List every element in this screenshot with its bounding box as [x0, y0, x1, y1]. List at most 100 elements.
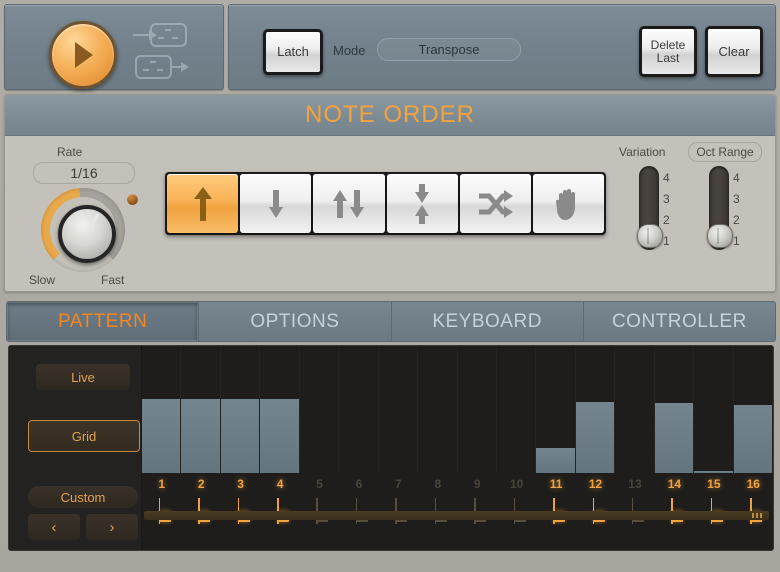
custom-button[interactable]: Custom — [28, 486, 138, 508]
pattern-step-number[interactable]: 5 — [300, 473, 339, 495]
pattern-bar-cell[interactable] — [458, 346, 497, 473]
order-random-button[interactable] — [459, 174, 531, 233]
tab-pattern[interactable]: PATTERN — [7, 302, 200, 341]
tab-options[interactable]: OPTIONS — [199, 302, 392, 341]
order-up-button[interactable] — [167, 174, 239, 233]
oct-range-slider[interactable] — [707, 166, 733, 250]
rate-knob-cap[interactable] — [58, 205, 116, 263]
order-up-down-button[interactable] — [313, 174, 385, 233]
tab-controller[interactable]: CONTROLLER — [583, 302, 775, 341]
pattern-step-number[interactable]: 13 — [615, 473, 654, 495]
pattern-bar — [181, 399, 220, 473]
pattern-bar-cell[interactable] — [418, 346, 457, 473]
rate-knob-pointer — [89, 212, 100, 228]
pattern-bar-cell[interactable] — [339, 346, 378, 473]
prev-pattern-button[interactable]: ‹ — [28, 514, 80, 540]
pattern-step-number[interactable]: 8 — [418, 473, 457, 495]
pattern-step-number[interactable]: 11 — [536, 473, 575, 495]
pattern-bar-cell[interactable] — [220, 346, 260, 473]
pattern-bar — [536, 448, 575, 473]
shuffle-icon — [477, 189, 514, 218]
pattern-editor: Live Grid Custom ‹ › 1 2 3 4 5 6 7 8 9 10 11 12 13 14… — [8, 345, 774, 551]
delete-last-button[interactable]: Delete Last — [639, 26, 697, 77]
play-button[interactable] — [49, 21, 117, 89]
arpeggiator-window: Latch Mode Transpose Delete Last Clear N… — [0, 0, 780, 572]
oct-range-label[interactable]: Oct Range — [688, 142, 762, 162]
pattern-bar-cell[interactable] — [379, 346, 418, 473]
pattern-scrollbar[interactable] — [144, 511, 769, 520]
pattern-step-number[interactable]: 14 — [655, 473, 694, 495]
rate-led-icon — [127, 194, 138, 205]
transport-panel — [4, 4, 224, 90]
pattern-bars — [142, 346, 773, 473]
next-pattern-button[interactable]: › — [86, 514, 138, 540]
pattern-bar — [220, 399, 260, 473]
tab-bar: PATTERN OPTIONS KEYBOARD CONTROLLER — [6, 301, 776, 342]
pattern-bar-cell[interactable] — [260, 346, 299, 473]
pattern-step-number[interactable]: 1 — [142, 473, 181, 495]
latch-button[interactable]: Latch — [263, 29, 323, 75]
pattern-bar — [733, 405, 772, 473]
oct-range-tick-2: 2 — [733, 213, 740, 227]
pattern-step-number[interactable]: 2 — [181, 473, 220, 495]
variation-tick-2: 2 — [663, 213, 670, 227]
delete-last-line1: Delete — [650, 37, 686, 52]
pattern-bar-cell[interactable] — [615, 346, 654, 473]
pattern-step-number[interactable]: 7 — [379, 473, 418, 495]
pattern-step-number[interactable]: 15 — [694, 473, 733, 495]
order-converge-button[interactable] — [386, 174, 458, 233]
pattern-bar-cell[interactable] — [536, 346, 575, 473]
pattern-step-numbers: 1 2 3 4 5 6 7 8 9 10 11 12 13 14 15 16 — [142, 473, 773, 495]
clear-button[interactable]: Clear — [705, 26, 763, 77]
oct-range-tick-1: 1 — [733, 234, 740, 248]
delete-last-line2: Last — [656, 50, 680, 65]
rate-value-field[interactable]: 1/16 — [33, 162, 135, 184]
pattern-step-number[interactable]: 12 — [576, 473, 615, 495]
scrollbar-grip-icon[interactable] — [752, 513, 763, 518]
knob-max-label: Fast — [101, 273, 125, 287]
order-down-button[interactable] — [240, 174, 312, 233]
pattern-step-number[interactable]: 4 — [260, 473, 299, 495]
order-as-played-button[interactable] — [532, 174, 605, 233]
mode-panel: Latch Mode Transpose Delete Last Clear — [228, 4, 776, 90]
note-order-body: Rate 1/16 Slow Fast Variation 4 3 2 1 Oc… — [5, 136, 775, 291]
variation-label: Variation — [619, 145, 666, 159]
note-order-title: NOTE ORDER — [5, 95, 775, 136]
oct-range-slider-handle[interactable] — [707, 224, 733, 248]
arrow-up-down-icon — [332, 189, 366, 218]
knob-min-label: Slow — [29, 273, 56, 287]
note-order-button-bank — [165, 172, 606, 235]
arrow-converge-icon — [413, 183, 431, 224]
rate-label: Rate — [57, 145, 83, 159]
pattern-bar-cell[interactable] — [142, 346, 181, 473]
mode-value-field[interactable]: Transpose — [377, 38, 521, 61]
rate-knob[interactable] — [41, 188, 138, 272]
pattern-step-number[interactable]: 16 — [734, 473, 773, 495]
pattern-bar-cell[interactable] — [497, 346, 536, 473]
live-button[interactable]: Live — [36, 364, 130, 390]
variation-slider[interactable] — [637, 166, 663, 250]
pattern-mode-panel: Live Grid Custom ‹ › — [9, 346, 141, 550]
grid-button[interactable]: Grid — [28, 420, 140, 452]
pattern-bar-cell[interactable] — [733, 346, 773, 473]
note-order-section: NOTE ORDER Rate 1/16 Slow Fast Variation… — [4, 94, 776, 292]
pattern-bar-cell[interactable] — [654, 346, 694, 473]
tab-keyboard[interactable]: KEYBOARD — [391, 302, 584, 341]
pattern-step-number[interactable]: 3 — [221, 473, 260, 495]
top-transport-bar: Latch Mode Transpose Delete Last Clear — [4, 4, 776, 90]
pattern-bar — [260, 399, 299, 473]
pattern-step-number[interactable]: 10 — [497, 473, 536, 495]
variation-tick-4: 4 — [663, 171, 670, 185]
pattern-bar-cell[interactable] — [694, 346, 733, 473]
variation-tick-1: 1 — [663, 234, 670, 248]
pattern-bar-cell[interactable] — [300, 346, 339, 473]
pattern-bar-cell[interactable] — [181, 346, 220, 473]
pattern-bar — [575, 402, 615, 473]
pattern-bar-cell[interactable] — [575, 346, 615, 473]
pattern-step-number[interactable]: 6 — [339, 473, 378, 495]
mode-label: Mode — [333, 43, 366, 58]
pattern-step-number[interactable]: 9 — [458, 473, 497, 495]
variation-slider-handle[interactable] — [637, 224, 663, 248]
variation-ticks: 4 3 2 1 — [663, 168, 677, 252]
arrow-up-icon — [193, 186, 213, 221]
